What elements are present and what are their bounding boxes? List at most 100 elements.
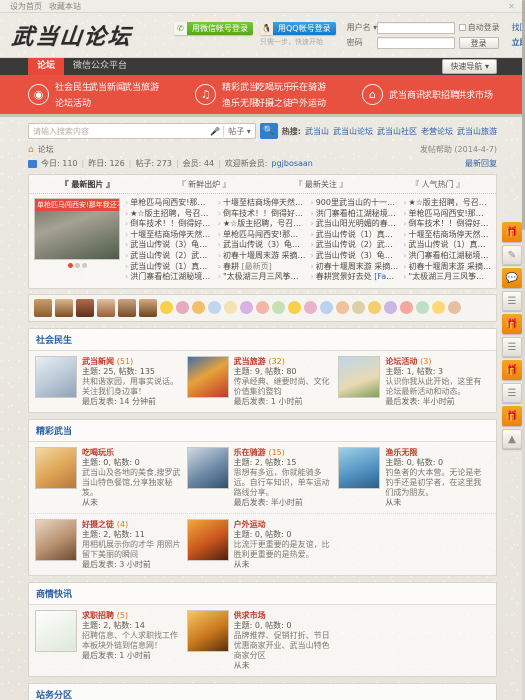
list-item[interactable]: 倒车技术！！倒得好… [小道士]: [403, 219, 491, 230]
thread-title[interactable]: 武当山传说（2）武当日出: [130, 251, 213, 260]
gift2-icon[interactable]: 🎁: [502, 314, 522, 334]
pencil-icon[interactable]: ✎: [502, 245, 522, 265]
password-input[interactable]: [376, 36, 455, 49]
gift4-icon[interactable]: 🎁: [502, 406, 522, 426]
list3-icon[interactable]: ☰: [502, 383, 522, 403]
list-item[interactable]: 春耕赏景好去处 [Fabio]: [311, 272, 399, 283]
tab-fresh-posts[interactable]: 『 新鲜出炉 』: [146, 175, 263, 193]
thread-title[interactable]: 初春十堰周末游 采摘草莓: [316, 262, 399, 271]
forum-name-text[interactable]: 武当新闻: [82, 357, 114, 366]
thread-title[interactable]: 十堰至桔商场停天然气爆…: [130, 230, 213, 239]
nav-tab-wechat-platform[interactable]: 微信公众平台: [64, 58, 136, 75]
cat-link-social[interactable]: 社会民生: [55, 80, 91, 93]
smiley-icon[interactable]: [192, 301, 205, 315]
section-title[interactable]: 站务分区: [29, 683, 496, 700]
list-item[interactable]: 武当山传说（1）真武… [小道士]: [403, 240, 491, 251]
search-scope-select[interactable]: 帖子 ▾: [223, 125, 251, 137]
forum-outdoor[interactable]: 户外运动 主题: 0, 帖数: 0 比流汗更重要的是友谊，比胜利更重要的是热爱。…: [186, 518, 339, 570]
smiley-icon[interactable]: [448, 301, 461, 315]
list-item[interactable]: 倒车技术！！倒得好能劲… [Fabio]: [218, 209, 306, 220]
chat-icon[interactable]: 💬: [502, 268, 522, 288]
forum-name-text[interactable]: 武当旅游: [234, 357, 266, 366]
qq-login-button[interactable]: 🐧 用QQ帐号登录: [260, 21, 336, 35]
section-title[interactable]: 社会民生: [29, 328, 496, 351]
cat-link-travel[interactable]: 武当旅游: [123, 80, 159, 93]
thread-title[interactable]: 十堰至桔商场停天然…: [408, 230, 488, 239]
avatar[interactable]: [34, 298, 52, 317]
forum-market[interactable]: 供求市场 主题: 0, 帖数: 0 品牌推荐、促销打折、节日优惠商家开业、武当山…: [186, 609, 339, 671]
thread-title[interactable]: 单枪匹马闯西安!那年…: [408, 209, 491, 218]
cat-link-outdoor[interactable]: 户外运动: [290, 96, 326, 109]
forum-name-text[interactable]: 吃喝玩乐: [82, 448, 114, 457]
hot-term-2[interactable]: 武当山社区: [377, 126, 417, 137]
smiley-icon[interactable]: [368, 301, 381, 315]
thumb-dot-2[interactable]: [74, 263, 80, 268]
thread-title[interactable]: 倒车技术！！倒得好能劲…: [223, 209, 306, 218]
list-item[interactable]: ★☆版主招聘，号召善… [小道士]: [403, 198, 491, 209]
thread-title[interactable]: 武当山阳光明媚的春天: [316, 219, 396, 228]
list-item[interactable]: 单枪匹马闯西安!那年… [小道士]: [403, 209, 491, 220]
cat-link-fishing[interactable]: 渔乐无限: [222, 96, 258, 109]
forum-name-text[interactable]: 论坛活动: [385, 357, 417, 366]
search-input[interactable]: [33, 126, 208, 136]
list-item[interactable]: 初春十堰周末游 采摘草莓 [Fabio]: [311, 262, 399, 273]
thread-title[interactable]: 武当山传说（3）龟蛇二将: [223, 240, 306, 249]
smiley-icon[interactable]: [256, 301, 269, 315]
forum-name-text[interactable]: 求职招聘: [82, 611, 114, 620]
forum-name-text[interactable]: 乐在骑游: [234, 448, 266, 457]
list-item[interactable]: 武当山传说（2）武当日出 [Fabio]: [311, 240, 399, 251]
microphone-icon[interactable]: 🎤: [210, 127, 220, 136]
avatar[interactable]: [139, 298, 157, 317]
avatar[interactable]: [76, 298, 94, 317]
list-item[interactable]: 武当山传说（3）龟蛇二将 [Fabio]: [218, 240, 306, 251]
list-item[interactable]: 春耕 [最新页]: [218, 262, 306, 273]
thumb-pager[interactable]: [34, 263, 120, 268]
thumb-dot-1[interactable]: [67, 263, 73, 268]
cat-link-food[interactable]: 吃喝玩乐: [256, 80, 292, 93]
smiley-icon[interactable]: [432, 301, 445, 315]
home-icon[interactable]: ⌂: [28, 145, 34, 155]
arrow-up-icon[interactable]: ▲: [502, 429, 522, 449]
thread-title[interactable]: 洪门寨看柏江湖秘境…: [408, 251, 488, 260]
tab-latest-follows[interactable]: 『 最新关注 』: [263, 175, 380, 193]
thread-title[interactable]: 初春十堰周末游 采摘草莓: [223, 251, 306, 260]
list-item[interactable]: 武当山阳光明媚的春天 [Fabio]: [311, 219, 399, 230]
list-item[interactable]: 初春十堰周末游 采摘草莓 [Fabio]: [218, 251, 306, 262]
search-field[interactable]: 🎤 帖子 ▾: [28, 123, 256, 139]
thread-title[interactable]: 十堰至桔商场停天然气爆…: [223, 198, 306, 207]
cat-link-activity[interactable]: 论坛活动: [55, 96, 91, 109]
thread-title[interactable]: 倒车技术！！倒得好…: [408, 219, 488, 228]
avatar[interactable]: [97, 298, 115, 317]
set-homepage-link[interactable]: 设为首页: [10, 1, 42, 12]
list-item[interactable]: 武当山传说（3）龟蛇二将 [Fabio]: [311, 251, 399, 262]
list-icon[interactable]: ☰: [502, 291, 522, 311]
tab-latest-images[interactable]: 『 最新图片 』: [29, 175, 146, 193]
list-item[interactable]: 十堰至桔商场停天然气爆… [最新页]: [218, 198, 306, 209]
site-logo[interactable]: 武当山论坛: [10, 19, 133, 51]
cat-link-splendid[interactable]: 精彩武当: [222, 80, 258, 93]
smiley-icon[interactable]: [320, 301, 333, 315]
cat-link-jobs[interactable]: 求职招聘: [423, 88, 459, 101]
thread-title[interactable]: "太极湖三月三风筝节"…: [408, 272, 491, 281]
forum-fishing[interactable]: 渔乐无限 主题: 0, 帖数: 0 钓鱼者的大本营。无论是老钓手还是初学者，在这…: [338, 446, 490, 508]
list-item[interactable]: 十堰至桔商场停天然气爆… [小道士]: [125, 230, 213, 241]
smiley-icon[interactable]: [240, 301, 253, 315]
list-item[interactable]: ★☆版主招聘，号召善能… [Fabio]: [218, 219, 306, 230]
smiley-icon[interactable]: [176, 301, 189, 315]
thread-title[interactable]: 洪门寨看柏江湖秘境(下): [130, 272, 213, 281]
tab-popular[interactable]: 『 人气热门 』: [379, 175, 496, 193]
list-item[interactable]: 十堰至桔商场停天然… [小道士]: [403, 230, 491, 241]
list-item[interactable]: 武当山传说（1）真武修仙 [Fabio]: [311, 230, 399, 241]
thread-title[interactable]: 武当山传说（3）龟蛇二将: [130, 240, 213, 249]
list-item[interactable]: 单枪匹马闯西安!那年我还… [Fabio]: [218, 230, 306, 241]
thread-title[interactable]: 春耕: [223, 262, 239, 271]
smiley-icon[interactable]: [208, 301, 221, 315]
thread-title[interactable]: 武当山传说（1）真武…: [408, 240, 491, 249]
smiley-icon[interactable]: [160, 301, 173, 315]
forum-name-text[interactable]: 户外运动: [234, 520, 266, 529]
forum-jobs[interactable]: 求职招聘 (5) 主题: 2, 帖数: 14 招聘信息、个人求职找工作 本板块外…: [35, 609, 187, 671]
thumb-dot-3[interactable]: [81, 263, 87, 268]
list-item[interactable]: 单枪匹马闯西安!那年我还… [小道士]: [125, 198, 213, 209]
forum-name-text[interactable]: 供求市场: [234, 611, 266, 620]
login-submit-button[interactable]: 登录: [458, 36, 499, 49]
